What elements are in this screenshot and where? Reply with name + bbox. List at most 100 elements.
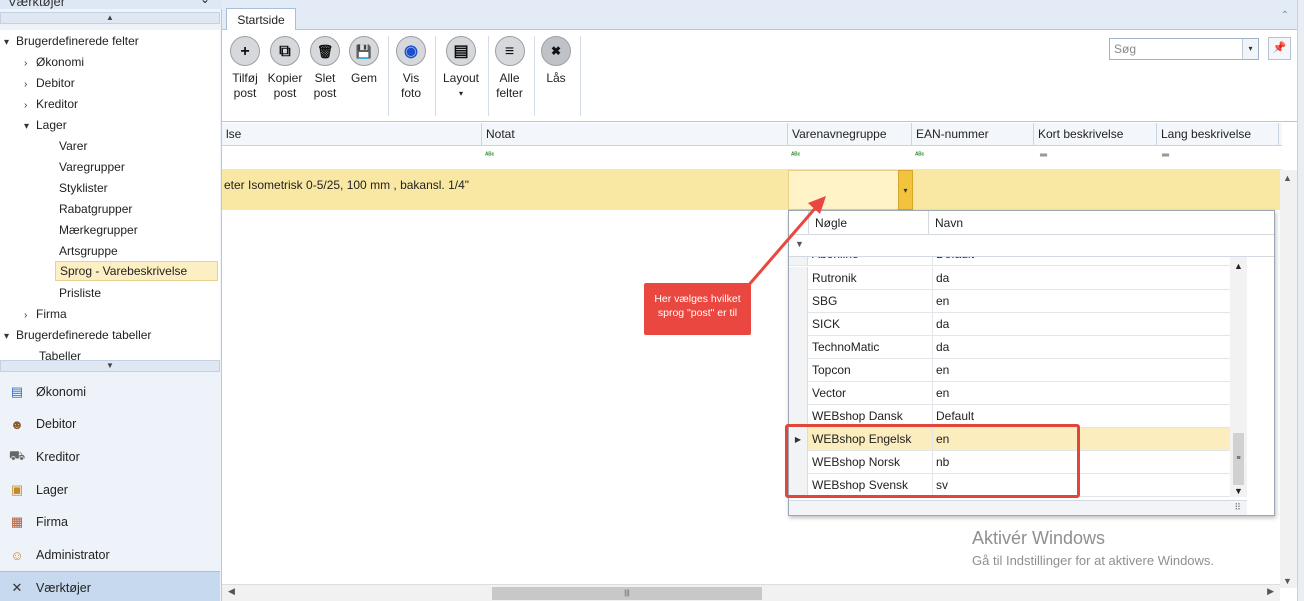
nav-okonomi[interactable]: ▤ Økonomi: [0, 376, 220, 408]
tree-node[interactable]: ▾ Brugerdefinerede felter: [4, 31, 139, 51]
tree-node[interactable]: Prisliste: [59, 283, 101, 303]
tree-node[interactable]: Styklister: [59, 178, 108, 198]
tree-collapsed-icon[interactable]: ›: [24, 306, 36, 326]
layout-button[interactable]: ▤ Layout ▾: [440, 36, 482, 116]
row-description: eter Isometrisk 0-5/25, 100 mm , bakansl…: [224, 178, 470, 192]
column-header[interactable]: EAN-nummer: [912, 123, 1034, 146]
row-indicator: [789, 313, 808, 336]
dropdown-button[interactable]: ▾: [898, 170, 913, 210]
nav-administrator[interactable]: ☺ Administrator: [0, 539, 220, 571]
scroll-up-icon[interactable]: ▲: [1283, 173, 1292, 183]
list-item[interactable]: TechnoMatic da: [789, 336, 1230, 359]
tree-node[interactable]: Varegrupper: [59, 157, 125, 177]
copy-record-button[interactable]: ⧉ Kopier post: [267, 36, 303, 116]
highlight-box: [785, 424, 1080, 498]
tree-collapsed-icon[interactable]: ›: [24, 75, 36, 95]
equals-filter-icon[interactable]: ═: [1162, 150, 1169, 161]
tree-node[interactable]: › Firma: [24, 304, 67, 324]
search-input[interactable]: Søg ▾: [1109, 38, 1259, 60]
nav-firma[interactable]: ▦ Firma: [0, 506, 220, 538]
row-name: en: [932, 359, 949, 382]
column-header[interactable]: Notat: [482, 123, 788, 146]
tree-view: ▾ Brugerdefinerede felter › Økonomi › Debit…: [0, 30, 220, 360]
tree-node[interactable]: Rabatgrupper: [59, 199, 132, 219]
tree-node[interactable]: ▾ Lager: [24, 115, 67, 135]
show-photo-button[interactable]: ◉ Vis foto: [395, 36, 427, 116]
nav-debitor[interactable]: ☻ Debitor: [0, 408, 220, 440]
copy-icon: ⧉: [270, 36, 300, 66]
scroll-up-icon[interactable]: ▲: [1234, 261, 1243, 271]
popup-resize-grip[interactable]: ⠿: [789, 500, 1247, 515]
eye-icon: ◉: [396, 36, 426, 66]
equals-filter-icon[interactable]: ═: [1040, 150, 1047, 161]
left-pane: Værktøjer ⌄ ▲ ▾Brugerdefinerede felter ›…: [0, 0, 222, 601]
tree-scroll-up-button[interactable]: ▲: [0, 12, 220, 24]
chevron-down-icon[interactable]: ▾: [1242, 39, 1258, 59]
tree-node[interactable]: Tabeller: [39, 346, 81, 360]
scroll-left-icon[interactable]: ◀: [228, 586, 235, 597]
save-button[interactable]: 💾 Gem: [348, 36, 380, 116]
column-header[interactable]: Kort beskrivelse: [1034, 123, 1157, 146]
varenavnegruppe-cell[interactable]: [788, 170, 913, 210]
tree-node[interactable]: Varer: [59, 136, 87, 156]
nav-lager[interactable]: ▣ Lager: [0, 474, 220, 506]
list-item[interactable]: Rutronik da: [789, 267, 1230, 290]
tree-collapsed-icon[interactable]: ›: [24, 96, 36, 116]
column-header[interactable]: Navn: [928, 211, 1230, 235]
text-filter-icon[interactable]: ᴬᴮᶜ: [915, 152, 924, 159]
tree-node[interactable]: Artsgruppe: [59, 241, 118, 261]
pin-icon[interactable]: 📌: [1268, 37, 1291, 60]
all-fields-button[interactable]: ≡ Alle felter: [492, 36, 527, 116]
row-name: da: [932, 336, 949, 359]
column-header[interactable]: Nøgle: [808, 211, 928, 235]
add-record-button[interactable]: + Tilføj post: [228, 36, 262, 116]
table-row-active[interactable]: eter Isometrisk 0-5/25, 100 mm , bakansl…: [222, 170, 1282, 210]
list-item[interactable]: Vector en: [789, 382, 1230, 405]
tree-node-label: Tabeller: [39, 349, 82, 360]
scroll-down-icon[interactable]: ▼: [1283, 576, 1292, 586]
scroll-thumb[interactable]: ≡: [1233, 433, 1244, 485]
tree-node-selected[interactable]: Sprog - Varebeskrivelse: [55, 261, 218, 281]
collapse-ribbon-icon[interactable]: ⌃: [1281, 10, 1289, 21]
text-filter-icon[interactable]: ᴬᴮᶜ: [485, 152, 494, 159]
grid-header: lse Notat Varenavnegruppe EAN-nummer Kor…: [222, 123, 1282, 146]
grid-vertical-scrollbar[interactable]: ▲ ▼: [1280, 170, 1297, 588]
button-label: foto: [400, 86, 421, 100]
tree-collapsed-icon[interactable]: ›: [24, 54, 36, 74]
tree-node[interactable]: › Debitor: [24, 73, 75, 93]
chevron-icon[interactable]: ⌄: [200, 0, 210, 6]
column-header[interactable]: Varenavnegruppe: [788, 123, 912, 146]
list-item[interactable]: SBG en: [789, 290, 1230, 313]
scroll-down-icon[interactable]: ▼: [1234, 486, 1243, 496]
list-item[interactable]: Abonline Default: [789, 257, 1230, 266]
tree-expanded-icon[interactable]: ▾: [4, 33, 16, 53]
tree-node-label: Rabatgrupper: [59, 202, 133, 216]
lock-button[interactable]: ✖ Lås: [539, 36, 573, 116]
delete-record-button[interactable]: 🗑 Slet post: [309, 36, 341, 116]
nav-kreditor[interactable]: ⛟ Kreditor: [0, 441, 220, 473]
grid-horizontal-scrollbar[interactable]: ◀ ||| ▶: [222, 584, 1280, 601]
popup-filter-row[interactable]: ▼: [789, 235, 1274, 257]
popup-vertical-scrollbar[interactable]: ▲ ≡ ▼: [1230, 257, 1247, 497]
tab-startside[interactable]: Startside: [226, 8, 296, 31]
tree-expanded-icon[interactable]: ▾: [24, 117, 36, 137]
row-key: TechnoMatic: [812, 340, 880, 354]
scroll-thumb[interactable]: |||: [492, 587, 762, 600]
tree-node[interactable]: Mærkegrupper: [59, 220, 138, 240]
column-header[interactable]: Lang beskrivelse: [1157, 123, 1279, 146]
text-filter-icon[interactable]: ᴬᴮᶜ: [791, 152, 800, 159]
tree-node[interactable]: › Økonomi: [24, 52, 84, 72]
resize-grip-icon[interactable]: ⠿: [1234, 502, 1241, 513]
scroll-right-icon[interactable]: ▶: [1267, 586, 1274, 597]
tree-node[interactable]: › Kreditor: [24, 94, 78, 114]
tree-node-label: Firma: [36, 307, 67, 321]
column-header[interactable]: lse: [222, 123, 482, 146]
nav-vaerktojer[interactable]: ✕ Værktøjer: [0, 571, 220, 601]
tree-expanded-icon[interactable]: ▾: [4, 327, 16, 347]
main-area: Startside ⌃ + Tilføj post ⧉ Kopier post …: [222, 0, 1304, 601]
list-item[interactable]: SICK da: [789, 313, 1230, 336]
tree-node[interactable]: ▾ Brugerdefinerede tabeller: [4, 325, 151, 345]
tree-scroll-down-button[interactable]: ▼: [0, 360, 220, 372]
button-label: Tilføj: [232, 71, 258, 85]
list-item[interactable]: Topcon en: [789, 359, 1230, 382]
